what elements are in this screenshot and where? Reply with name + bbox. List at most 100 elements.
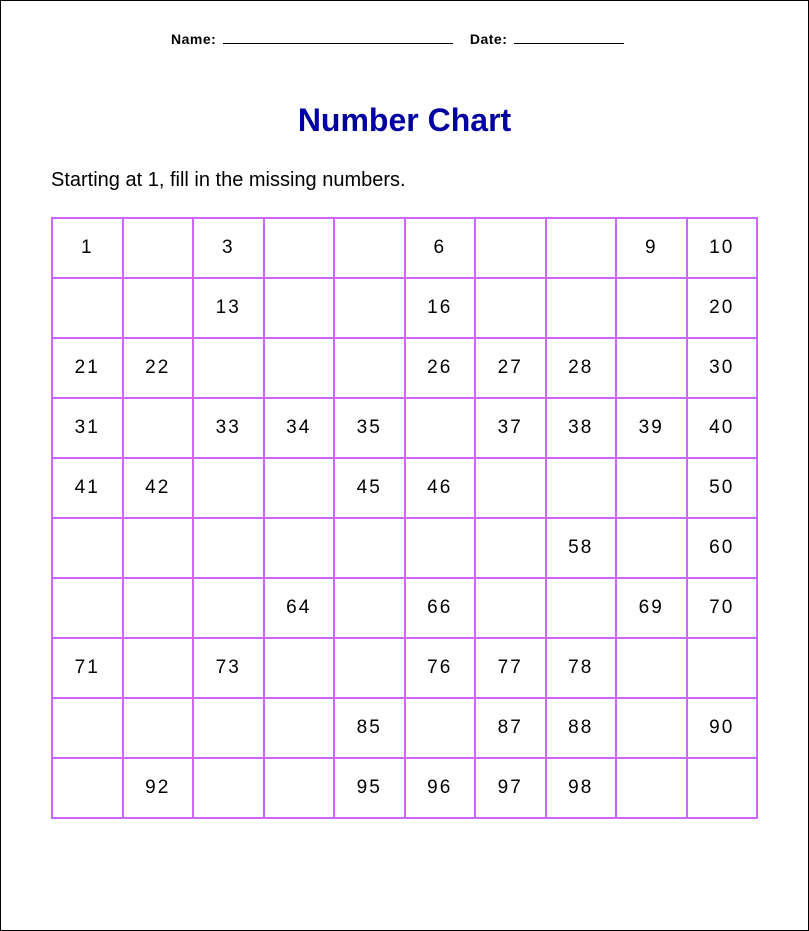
instruction-text: Starting at 1, fill in the missing numbe… [51, 169, 758, 192]
grid-row: 212226272830 [52, 338, 757, 398]
grid-cell[interactable] [52, 758, 123, 818]
grid-cell[interactable] [52, 578, 123, 638]
grid-cell[interactable] [475, 578, 546, 638]
grid-cell: 41 [52, 458, 123, 518]
grid-cell[interactable] [193, 758, 264, 818]
number-chart-grid: 1369101316202122262728303133343537383940… [51, 217, 758, 819]
grid-cell[interactable] [52, 698, 123, 758]
grid-cell: 39 [616, 398, 687, 458]
grid-cell: 37 [475, 398, 546, 458]
grid-cell[interactable] [475, 278, 546, 338]
grid-cell[interactable] [123, 218, 194, 278]
grid-cell: 73 [193, 638, 264, 698]
grid-cell: 66 [405, 578, 476, 638]
grid-cell[interactable] [264, 638, 335, 698]
grid-cell[interactable] [123, 698, 194, 758]
grid-cell[interactable] [264, 458, 335, 518]
grid-cell: 38 [546, 398, 617, 458]
grid-cell[interactable] [616, 518, 687, 578]
grid-cell: 98 [546, 758, 617, 818]
grid-cell: 13 [193, 278, 264, 338]
grid-cell[interactable] [123, 638, 194, 698]
grid-cell[interactable] [687, 638, 758, 698]
grid-cell: 71 [52, 638, 123, 698]
grid-cell[interactable] [616, 758, 687, 818]
grid-cell[interactable] [334, 578, 405, 638]
grid-cell: 27 [475, 338, 546, 398]
grid-cell[interactable] [123, 518, 194, 578]
grid-cell: 60 [687, 518, 758, 578]
grid-cell[interactable] [546, 578, 617, 638]
grid-cell[interactable] [264, 278, 335, 338]
grid-cell[interactable] [616, 638, 687, 698]
grid-cell: 78 [546, 638, 617, 698]
grid-cell: 1 [52, 218, 123, 278]
grid-cell[interactable] [616, 698, 687, 758]
grid-cell[interactable] [616, 458, 687, 518]
grid-cell[interactable] [405, 698, 476, 758]
grid-cell: 76 [405, 638, 476, 698]
grid-cell: 50 [687, 458, 758, 518]
grid-cell[interactable] [616, 278, 687, 338]
grid-cell[interactable] [52, 518, 123, 578]
grid-row: 3133343537383940 [52, 398, 757, 458]
grid-cell: 3 [193, 218, 264, 278]
grid-cell[interactable] [334, 638, 405, 698]
grid-cell[interactable] [264, 218, 335, 278]
grid-cell[interactable] [264, 698, 335, 758]
grid-cell: 31 [52, 398, 123, 458]
grid-cell[interactable] [334, 278, 405, 338]
grid-cell[interactable] [193, 338, 264, 398]
grid-cell: 97 [475, 758, 546, 818]
grid-cell[interactable] [52, 278, 123, 338]
grid-cell: 21 [52, 338, 123, 398]
grid-cell[interactable] [405, 518, 476, 578]
grid-cell[interactable] [546, 218, 617, 278]
grid-row: 5860 [52, 518, 757, 578]
worksheet-header: Name: Date: [171, 31, 758, 47]
grid-row: 9295969798 [52, 758, 757, 818]
grid-cell[interactable] [264, 338, 335, 398]
grid-cell[interactable] [123, 278, 194, 338]
page-title: Number Chart [51, 102, 758, 139]
name-input-line[interactable] [223, 31, 453, 44]
grid-cell: 87 [475, 698, 546, 758]
grid-cell: 88 [546, 698, 617, 758]
grid-cell[interactable] [475, 518, 546, 578]
grid-cell: 9 [616, 218, 687, 278]
grid-cell: 34 [264, 398, 335, 458]
grid-row: 85878890 [52, 698, 757, 758]
grid-cell[interactable] [193, 458, 264, 518]
grid-cell[interactable] [123, 578, 194, 638]
grid-cell[interactable] [334, 518, 405, 578]
grid-cell: 20 [687, 278, 758, 338]
grid-cell[interactable] [193, 578, 264, 638]
grid-cell: 90 [687, 698, 758, 758]
grid-cell[interactable] [123, 398, 194, 458]
grid-cell[interactable] [475, 218, 546, 278]
grid-cell: 30 [687, 338, 758, 398]
grid-cell: 35 [334, 398, 405, 458]
grid-cell[interactable] [334, 218, 405, 278]
grid-cell: 70 [687, 578, 758, 638]
grid-cell[interactable] [546, 458, 617, 518]
grid-cell[interactable] [546, 278, 617, 338]
grid-row: 64666970 [52, 578, 757, 638]
grid-cell[interactable] [334, 338, 405, 398]
grid-cell[interactable] [193, 518, 264, 578]
grid-row: 131620 [52, 278, 757, 338]
grid-cell[interactable] [687, 758, 758, 818]
grid-cell: 28 [546, 338, 617, 398]
grid-cell[interactable] [616, 338, 687, 398]
grid-cell[interactable] [264, 518, 335, 578]
grid-cell[interactable] [475, 458, 546, 518]
grid-cell[interactable] [264, 758, 335, 818]
grid-cell[interactable] [405, 398, 476, 458]
grid-cell: 69 [616, 578, 687, 638]
grid-cell[interactable] [193, 698, 264, 758]
grid-cell: 6 [405, 218, 476, 278]
grid-row: 7173767778 [52, 638, 757, 698]
name-label: Name: [171, 31, 216, 47]
date-input-line[interactable] [514, 31, 624, 44]
grid-cell: 92 [123, 758, 194, 818]
